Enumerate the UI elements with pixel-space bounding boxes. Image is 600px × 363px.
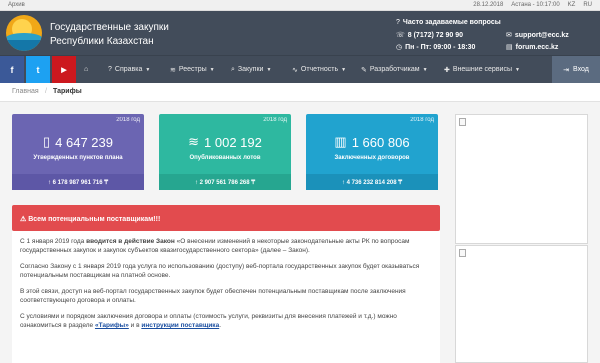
notice-paragraph: С 1 января 2019 года вводится в действие… xyxy=(20,238,410,254)
breadcrumb: Главная / Тарифы xyxy=(0,83,600,102)
forum-icon: ▤ xyxy=(506,44,513,51)
breadcrumb-separator: / xyxy=(45,88,47,95)
site-header: Государственные закупки Республики Казах… xyxy=(0,11,600,55)
chevron-down-icon: ▼ xyxy=(341,66,347,73)
chevron-down-icon: ▼ xyxy=(422,66,428,73)
forum-link[interactable]: ▤ forum.ecc.kz xyxy=(506,43,558,52)
faq-link[interactable]: ? Часто задаваемые вопросы xyxy=(396,19,501,26)
site-title-line2: Республики Казахстан xyxy=(50,36,154,47)
phone-icon: ☏ xyxy=(396,32,405,39)
lang-kz-link[interactable]: KZ xyxy=(568,2,576,8)
home-icon: ⌂ xyxy=(84,66,89,73)
notice-paragraph: В этой связи, доступ на веб-портал госуд… xyxy=(20,288,406,304)
banner-image[interactable] xyxy=(455,245,588,363)
sidebar-banners xyxy=(455,114,588,363)
broken-image-icon xyxy=(459,118,466,126)
book-icon: ▥ xyxy=(334,134,347,149)
warning-icon: ⚠ xyxy=(20,216,27,223)
help-icon: ? xyxy=(108,66,112,73)
nav-item-developers[interactable]: ✎ Разработчикам ▼ xyxy=(361,56,428,83)
wrench-icon: ✎ xyxy=(361,66,367,74)
nav-item-registries[interactable]: ≋ Реестры ▼ xyxy=(170,56,215,83)
twitter-icon[interactable]: t xyxy=(26,56,50,83)
chart-icon: ∿ xyxy=(292,66,298,74)
nav-item-external-services[interactable]: ✚ Внешние сервисы ▼ xyxy=(444,56,520,83)
hours-contact: ◷ Пн - Пт: 09:00 - 18:30 xyxy=(396,43,476,52)
broken-image-icon xyxy=(459,249,466,257)
youtube-icon[interactable]: ▶ xyxy=(52,56,76,83)
stat-card-contracts[interactable]: 2018 год ▥ 1 660 806 Заключенных договоро… xyxy=(306,114,438,190)
site-logo[interactable] xyxy=(6,15,42,51)
notice-paragraph: С условиями и порядком заключения догово… xyxy=(20,313,397,329)
tariffs-link[interactable]: «Тарифы» xyxy=(95,322,129,329)
home-link[interactable]: ⌂ xyxy=(84,56,88,83)
nav-item-procurement[interactable]: ⌕ Закупки ▼ xyxy=(231,56,271,83)
email-link[interactable]: ✉ support@ecc.kz xyxy=(506,31,569,40)
nav-item-help[interactable]: ? Справка ▼ xyxy=(108,56,150,83)
stat-card-plan-items[interactable]: 2018 год ▯ 4 647 239 Утвержденных пунктов… xyxy=(12,114,144,190)
breadcrumb-home[interactable]: Главная xyxy=(12,88,39,95)
topbar-right: 28.12.2018 Астана - 10:17:00 KZ RU xyxy=(473,2,592,8)
question-icon: ? xyxy=(396,19,400,26)
chevron-down-icon: ▼ xyxy=(266,66,272,73)
login-icon: ⇥ xyxy=(563,66,570,74)
main-nav: f t ▶ ⌂ ? Справка ▼ ≋ Реестры ▼ ⌕ Закупк… xyxy=(0,55,600,83)
nav-item-reports[interactable]: ∿ Отчетность ▼ xyxy=(292,56,346,83)
chevron-down-icon: ▼ xyxy=(209,66,215,73)
lang-ru-link[interactable]: RU xyxy=(583,2,592,8)
archive-link[interactable]: Архив xyxy=(8,2,25,8)
supplier-instruction-link[interactable]: инструкции поставщика xyxy=(141,322,219,329)
layers-icon: ≋ xyxy=(188,134,200,149)
document-icon: ▯ xyxy=(43,134,51,149)
login-button[interactable]: ⇥ Вход xyxy=(552,56,600,83)
chevron-down-icon: ▼ xyxy=(514,66,520,73)
layers-icon: ≋ xyxy=(170,66,176,74)
site-title-line1: Государственные закупки xyxy=(50,22,169,33)
notice-content: С 1 января 2019 года вводится в действие… xyxy=(12,231,440,363)
clock-icon: ◷ xyxy=(396,44,403,51)
phone-contact: ☏ 8 (7172) 72 90 90 xyxy=(396,31,464,40)
current-date: 28.12.2018 xyxy=(473,2,504,8)
banner-image[interactable] xyxy=(455,114,588,244)
chevron-down-icon: ▼ xyxy=(145,66,151,73)
breadcrumb-current: Тарифы xyxy=(53,88,82,95)
notice-paragraph: Согласно Закону с 1 января 2019 года усл… xyxy=(20,263,420,279)
mail-icon: ✉ xyxy=(506,32,512,39)
alert-banner: ⚠ Всем потенциальным поставщикам!!! xyxy=(12,205,440,231)
current-time: Астана - 10:17:00 xyxy=(511,2,560,8)
top-utility-bar: Архив 28.12.2018 Астана - 10:17:00 KZ RU xyxy=(0,0,600,11)
facebook-icon[interactable]: f xyxy=(0,56,24,83)
stat-card-published-lots[interactable]: 2018 год ≋ 1 002 192 Опубликованных лотов… xyxy=(159,114,291,190)
search-icon: ⌕ xyxy=(231,65,235,73)
puzzle-icon: ✚ xyxy=(444,66,450,74)
